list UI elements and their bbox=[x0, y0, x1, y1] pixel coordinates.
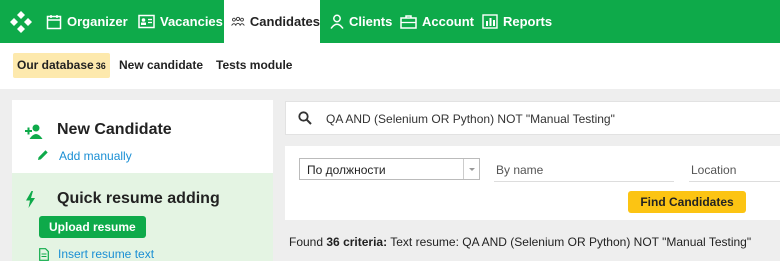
results-count: 36 bbox=[326, 235, 340, 249]
top-navigation: Organizer Vacancies Candidates Clients A… bbox=[0, 0, 780, 43]
chevron-down-icon bbox=[463, 159, 479, 179]
position-select-value: По должности bbox=[307, 163, 386, 177]
insert-resume-text-link[interactable]: Insert resume text bbox=[58, 247, 154, 261]
location-field[interactable]: Location bbox=[689, 158, 780, 182]
calendar-icon bbox=[46, 14, 62, 29]
tab-tests-module[interactable]: Tests module bbox=[216, 53, 292, 78]
location-field-placeholder: Location bbox=[691, 163, 737, 177]
nav-reports-label: Reports bbox=[503, 14, 553, 29]
people-icon bbox=[231, 16, 245, 26]
nav-vacancies[interactable]: Vacancies bbox=[138, 0, 223, 43]
search-icon[interactable] bbox=[298, 111, 312, 125]
nav-organizer[interactable]: Organizer bbox=[46, 0, 128, 43]
search-input[interactable]: QA AND (Selenium OR Python) NOT "Manual … bbox=[326, 112, 615, 126]
upload-resume-button[interactable]: Upload resume bbox=[39, 216, 146, 238]
nav-clients[interactable]: Clients bbox=[330, 0, 392, 43]
nav-candidates-label: Candidates bbox=[249, 14, 320, 29]
position-select[interactable]: По должности bbox=[299, 158, 480, 180]
person-icon bbox=[330, 14, 344, 29]
nav-account-label: Account bbox=[422, 14, 474, 29]
name-field[interactable]: By name bbox=[494, 158, 674, 182]
new-candidate-panel: New Candidate Add manually bbox=[12, 100, 273, 173]
tab-new-candidate[interactable]: New candidate bbox=[119, 53, 203, 78]
database-count-badge: 36 bbox=[95, 61, 106, 71]
nav-candidates[interactable]: Candidates bbox=[224, 0, 320, 43]
name-field-placeholder: By name bbox=[496, 163, 544, 177]
criteria-label: criteria: bbox=[343, 235, 388, 249]
id-card-icon bbox=[138, 14, 155, 29]
filters-panel: По должности By name Location Find Candi… bbox=[285, 146, 780, 220]
tab-our-database-label: Our database bbox=[17, 58, 94, 72]
logo-icon[interactable] bbox=[8, 9, 34, 35]
nav-vacancies-label: Vacancies bbox=[160, 14, 223, 29]
criteria-text: Text resume: QA AND (Selenium OR Python)… bbox=[390, 235, 752, 249]
results-summary: Found 36 criteria: Text resume: QA AND (… bbox=[289, 235, 751, 249]
sub-navigation: Our database 36 New candidate Tests modul… bbox=[0, 43, 780, 89]
document-icon bbox=[39, 248, 49, 261]
quick-resume-title: Quick resume adding bbox=[57, 190, 220, 207]
quick-resume-panel: Quick resume adding Upload resume Insert… bbox=[12, 173, 273, 261]
tab-our-database[interactable]: Our database 36 bbox=[13, 53, 110, 78]
nav-reports[interactable]: Reports bbox=[482, 0, 552, 43]
find-candidates-button[interactable]: Find Candidates bbox=[628, 191, 746, 213]
search-bar[interactable]: QA AND (Selenium OR Python) NOT "Manual … bbox=[285, 101, 780, 135]
add-manually-link[interactable]: Add manually bbox=[59, 149, 132, 163]
lightning-icon bbox=[26, 191, 35, 208]
briefcase-icon bbox=[400, 15, 417, 29]
found-label: Found bbox=[289, 235, 324, 249]
nav-organizer-label: Organizer bbox=[67, 14, 128, 29]
bar-chart-icon bbox=[482, 14, 498, 29]
new-candidate-title: New Candidate bbox=[57, 121, 172, 138]
pencil-icon bbox=[38, 150, 48, 160]
nav-clients-label: Clients bbox=[349, 14, 393, 29]
add-user-icon bbox=[25, 124, 43, 139]
nav-account[interactable]: Account bbox=[400, 0, 474, 43]
